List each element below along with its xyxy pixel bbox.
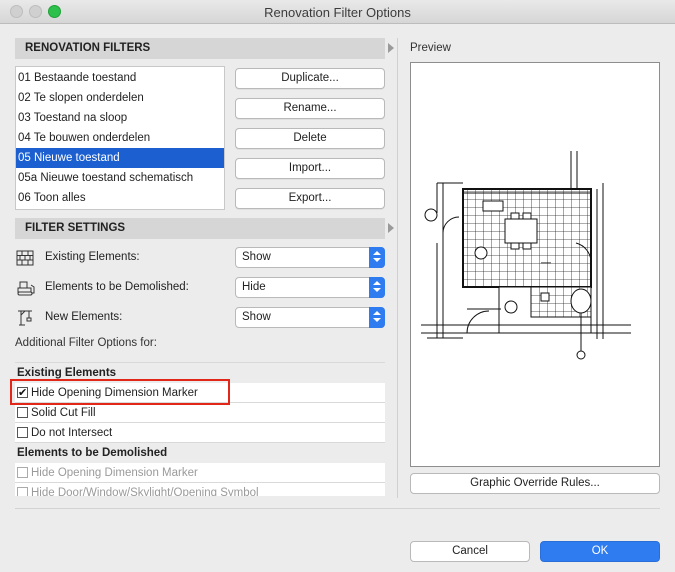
renovation-filter-list[interactable]: 01 Bestaande toestand 02 Te slopen onder… xyxy=(15,66,225,210)
option-do-not-intersect[interactable]: Do not Intersect xyxy=(15,423,385,443)
existing-elements-value: Show xyxy=(242,251,271,263)
import-button[interactable]: Import... xyxy=(235,158,385,179)
cancel-button[interactable]: Cancel xyxy=(410,541,530,562)
new-elements-label: New Elements: xyxy=(45,311,123,323)
demolished-elements-label: Elements to be Demolished: xyxy=(45,281,189,293)
select-arrows-icon xyxy=(369,277,385,298)
demolished-elements-row: Elements to be Demolished: Hide xyxy=(15,277,385,299)
footer-divider xyxy=(15,508,660,509)
rename-button[interactable]: Rename... xyxy=(235,98,385,119)
checkbox[interactable] xyxy=(17,407,28,418)
option-group-demolished: Elements to be Demolished xyxy=(15,443,385,463)
option-label: Do not Intersect xyxy=(31,427,113,439)
panel-divider[interactable] xyxy=(397,38,398,498)
filter-item-06[interactable]: 06 Toon alles xyxy=(16,188,224,208)
floor-plan-preview xyxy=(421,151,631,360)
new-elements-row: New Elements: Show xyxy=(15,307,385,329)
demolished-elements-select[interactable]: Hide xyxy=(235,277,385,298)
option-solid-cut-fill[interactable]: Solid Cut Fill xyxy=(15,403,385,423)
delete-button[interactable]: Delete xyxy=(235,128,385,149)
select-arrows-icon xyxy=(369,307,385,328)
duplicate-button[interactable]: Duplicate... xyxy=(235,68,385,89)
new-elements-value: Show xyxy=(242,311,271,323)
option-demolished-hide-opening-dimension-marker[interactable]: Hide Opening Dimension Marker xyxy=(15,463,385,483)
export-button[interactable]: Export... xyxy=(235,188,385,209)
checkbox[interactable] xyxy=(17,467,28,478)
demolished-elements-value: Hide xyxy=(242,281,266,293)
checkbox[interactable] xyxy=(17,487,28,496)
option-label: Hide Door/Window/Skylight/Opening Symbol xyxy=(31,487,259,496)
title-bar: Renovation Filter Options xyxy=(0,0,675,24)
filter-item-05a[interactable]: 05a Nieuwe toestand schematisch xyxy=(16,168,224,188)
filter-settings-header[interactable]: FILTER SETTINGS xyxy=(15,218,394,239)
new-elements-select[interactable]: Show xyxy=(235,307,385,328)
filter-item-03[interactable]: 03 Toestand na sloop xyxy=(16,108,224,128)
existing-elements-label: Existing Elements: xyxy=(45,251,140,263)
filter-item-01[interactable]: 01 Bestaande toestand xyxy=(16,68,224,88)
graphic-override-rules-button[interactable]: Graphic Override Rules... xyxy=(410,473,660,494)
brick-wall-icon xyxy=(16,250,34,266)
option-label: Hide Opening Dimension Marker xyxy=(31,467,198,479)
existing-elements-select[interactable]: Show xyxy=(235,247,385,268)
filter-item-04[interactable]: 04 Te bouwen onderdelen xyxy=(16,128,224,148)
highlight-annotation xyxy=(10,379,230,405)
bulldozer-icon xyxy=(17,281,35,296)
preview-pane xyxy=(410,62,660,467)
checkbox[interactable] xyxy=(17,427,28,438)
option-label: Solid Cut Fill xyxy=(31,407,96,419)
filter-item-02[interactable]: 02 Te slopen onderdelen xyxy=(16,88,224,108)
option-demolished-hide-door-window-symbol[interactable]: Hide Door/Window/Skylight/Opening Symbol xyxy=(15,483,385,496)
preview-label: Preview xyxy=(410,42,451,54)
window-title: Renovation Filter Options xyxy=(264,5,411,20)
existing-elements-row: Existing Elements: Show xyxy=(15,247,385,269)
renovation-filters-header[interactable]: RENOVATION FILTERS xyxy=(15,38,394,59)
ok-button[interactable]: OK xyxy=(540,541,660,562)
crane-icon xyxy=(18,310,32,326)
filter-item-05[interactable]: 05 Nieuwe toestand xyxy=(16,148,224,168)
select-arrows-icon xyxy=(369,247,385,268)
additional-options-label: Additional Filter Options for: xyxy=(15,337,157,349)
